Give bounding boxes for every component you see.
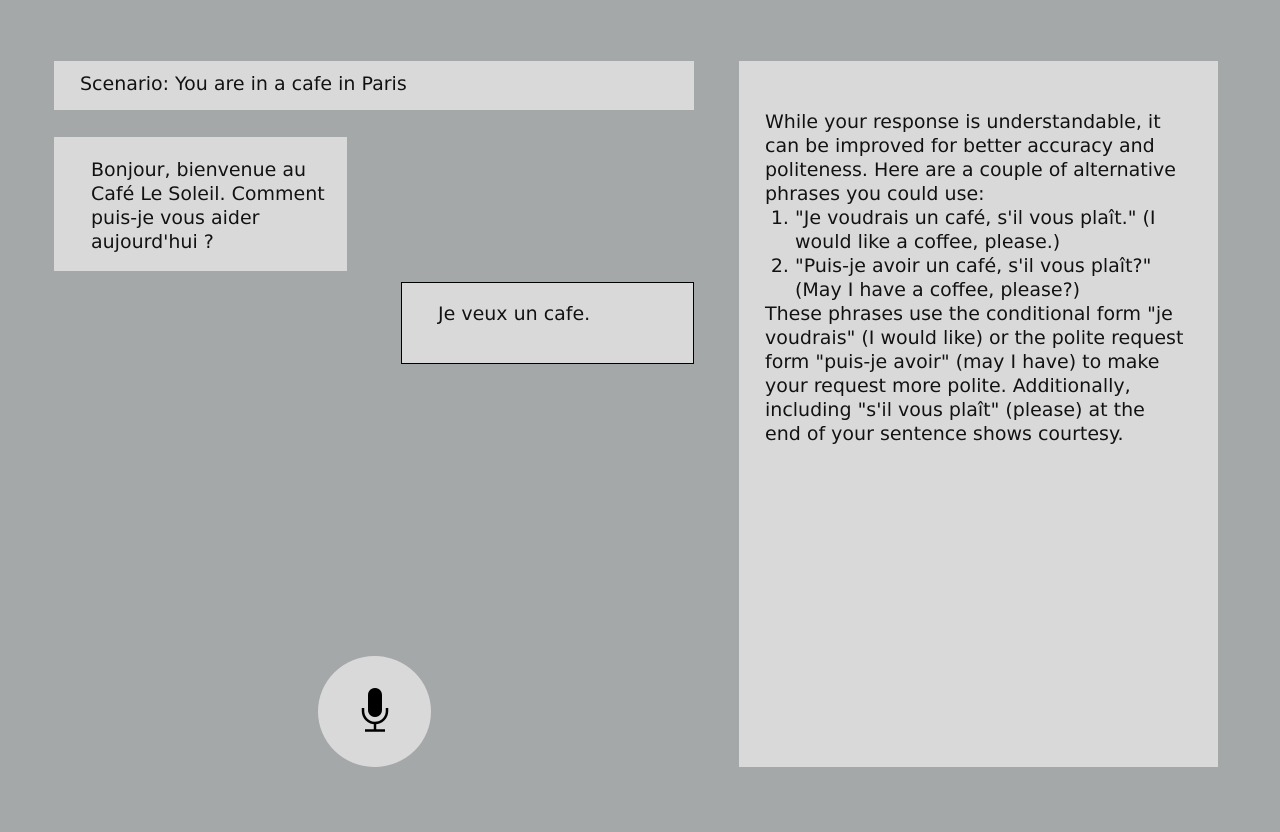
suggestion-item: "Puis-je avoir un café, s'il vous plaît?… (795, 254, 1184, 302)
microphone-button[interactable] (318, 656, 431, 767)
bot-message-bubble: Bonjour, bienvenue au Café Le Soleil. Co… (54, 137, 347, 271)
suggestion-item: "Je voudrais un café, s'il vous plaît." … (795, 206, 1184, 254)
user-message-bubble: Je veux un cafe. (401, 282, 694, 364)
feedback-intro: While your response is understandable, i… (765, 111, 1176, 205)
feedback-panel: While your response is understandable, i… (739, 61, 1218, 767)
suggestion-list: "Je voudrais un café, s'il vous plaît." … (765, 206, 1184, 302)
scenario-banner: Scenario: You are in a cafe in Paris (54, 61, 694, 110)
feedback-explanation: These phrases use the conditional form "… (765, 303, 1184, 445)
user-message-text: Je veux un cafe. (438, 303, 591, 325)
bot-message-text: Bonjour, bienvenue au Café Le Soleil. Co… (91, 159, 325, 253)
microphone-icon (359, 686, 391, 738)
scenario-text: Scenario: You are in a cafe in Paris (80, 73, 407, 95)
